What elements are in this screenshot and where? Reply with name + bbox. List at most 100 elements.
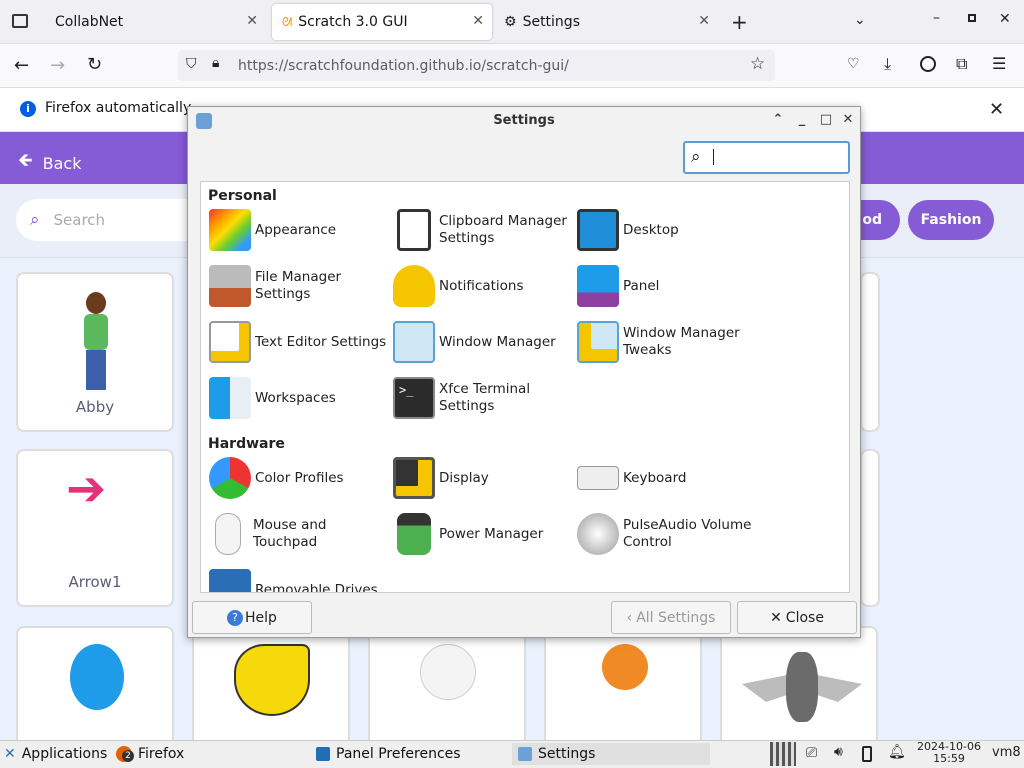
close-button[interactable]: ✕ Close — [737, 601, 857, 634]
back-arrow-icon[interactable]: ← — [14, 55, 29, 76]
sprite-card[interactable] — [16, 626, 174, 746]
back-button[interactable]: 🡸 Back — [18, 148, 81, 178]
close-icon[interactable]: ✕ — [989, 99, 1004, 120]
applications-menu[interactable]: ✕ Applications — [4, 743, 107, 765]
download-icon[interactable]: ⤓ — [884, 54, 891, 74]
chevron-down-icon[interactable]: ⌄ — [854, 12, 866, 28]
tab-collabnet[interactable]: CollabNet ✕ — [40, 4, 266, 40]
setting-label: Window Manager — [439, 333, 556, 350]
forward-arrow-icon[interactable]: → — [50, 55, 65, 76]
new-tab-button[interactable]: + — [731, 10, 748, 34]
taskbar-settings[interactable]: Settings — [512, 743, 710, 765]
setting-label: Color Profiles — [255, 469, 344, 486]
category-pill-fashion[interactable]: Fashion — [908, 200, 994, 240]
setting-file-manager[interactable]: File Manager Settings — [209, 261, 393, 311]
setting-text-editor[interactable]: Text Editor Settings — [209, 317, 393, 367]
setting-mouse-touchpad[interactable]: Mouse and Touchpad — [209, 509, 393, 559]
basketball-icon — [602, 644, 648, 690]
keyboard-icon — [577, 466, 619, 490]
taskbar-panel-preferences[interactable]: Panel Preferences — [316, 743, 461, 765]
close-icon[interactable]: ✕ — [698, 13, 710, 29]
sprite-card[interactable]: ➔ Arrow1 — [16, 449, 174, 607]
clock[interactable]: 2024-10-06 15:59 — [916, 741, 982, 765]
setting-panel[interactable]: Panel — [577, 261, 761, 311]
setting-power-manager[interactable]: Power Manager — [393, 509, 577, 559]
lock-icon: 🔒︎ — [212, 55, 220, 71]
reload-icon[interactable]: ↻ — [87, 54, 102, 75]
notification-bell-icon[interactable]: 🔔︎ — [888, 744, 906, 760]
settings-app-icon — [518, 747, 532, 761]
setting-window-manager[interactable]: Window Manager — [393, 317, 577, 367]
extensions-icon[interactable]: ⧉ — [956, 54, 967, 74]
panel-preferences-icon — [316, 747, 330, 761]
pocket-icon[interactable]: ♡ — [847, 56, 860, 72]
sprite-card[interactable] — [720, 626, 878, 746]
settings-label: Settings — [538, 746, 596, 762]
sprite-card[interactable]: Abby — [16, 272, 174, 432]
battery-icon — [397, 513, 431, 555]
menu-icon[interactable]: ☰ — [992, 54, 1006, 73]
minimize-icon[interactable]: _ — [794, 112, 810, 128]
maximize-icon[interactable]: □ — [818, 112, 834, 128]
gear-icon: ⚙ — [504, 14, 517, 30]
url-bar[interactable]: ⛉ 🔒︎ https://scratchfoundation.github.io… — [178, 50, 775, 81]
setting-label: Keyboard — [623, 469, 687, 486]
setting-workspaces[interactable]: Workspaces — [209, 373, 393, 423]
sprite-card[interactable] — [544, 626, 702, 746]
pill-label: od — [862, 212, 882, 228]
setting-keyboard[interactable]: Keyboard — [577, 453, 761, 503]
close-icon[interactable]: ✕ — [840, 112, 856, 128]
maximize-icon[interactable] — [968, 14, 976, 22]
setting-clipboard-manager[interactable]: Clipboard Manager Settings — [393, 205, 577, 255]
close-window-icon[interactable]: ✕ — [999, 11, 1011, 27]
setting-appearance[interactable]: Appearance — [209, 205, 393, 255]
network-icon[interactable]: ⎚ — [806, 745, 817, 761]
workspace-switcher[interactable] — [770, 742, 796, 766]
balloon-icon — [70, 644, 124, 710]
setting-window-manager-tweaks[interactable]: Window Manager Tweaks — [577, 317, 761, 367]
usb-icon — [209, 569, 251, 592]
tab-settings[interactable]: ⚙ Settings ✕ — [498, 4, 718, 40]
setting-xfce-terminal[interactable]: >_ Xfce Terminal Settings — [393, 373, 577, 423]
settings-app-icon — [196, 113, 212, 129]
dialog-title-bar: Settings — [188, 107, 860, 135]
tab-list-icon[interactable] — [12, 14, 28, 28]
battery-icon[interactable] — [862, 746, 872, 762]
close-icon[interactable]: ✕ — [246, 13, 258, 29]
volume-icon[interactable]: 🔊︎ — [834, 744, 843, 760]
dialog-title: Settings — [493, 113, 555, 128]
setting-label: Window Manager Tweaks — [623, 325, 740, 358]
window-manager-icon — [393, 321, 435, 363]
sprite-card[interactable] — [192, 626, 350, 746]
setting-label: Notifications — [439, 277, 524, 294]
setting-color-profiles[interactable]: Color Profiles — [209, 453, 393, 503]
sprite-card-partial[interactable] — [860, 449, 880, 607]
url-text: https://scratchfoundation.github.io/scra… — [238, 57, 569, 74]
section-heading-personal: Personal — [208, 188, 277, 204]
text-editor-icon — [209, 321, 251, 363]
account-icon[interactable] — [920, 56, 936, 72]
taskbar-firefox[interactable]: 2 Firefox — [116, 743, 184, 765]
setting-pulseaudio[interactable]: PulseAudio Volume Control — [577, 509, 761, 559]
setting-notifications[interactable]: Notifications — [393, 261, 577, 311]
sprite-card[interactable] — [368, 626, 526, 746]
help-button[interactable]: ? Help — [192, 601, 312, 634]
sprite-image-abby — [78, 292, 114, 392]
tab-scratch[interactable]: ᘛ Scratch 3.0 GUI ✕ — [272, 4, 492, 40]
setting-display[interactable]: Display — [393, 453, 577, 503]
hostname-label: vm8 — [992, 745, 1021, 760]
all-settings-button[interactable]: ‹ All Settings — [611, 601, 731, 634]
setting-desktop[interactable]: Desktop — [577, 205, 761, 255]
setting-removable-drives[interactable]: Removable Drives — [209, 565, 393, 592]
tab-label: Settings — [522, 14, 580, 30]
star-icon[interactable]: ☆ — [750, 54, 765, 74]
minimize-icon[interactable]: – — [933, 10, 940, 26]
search-placeholder: Search — [53, 211, 106, 229]
sprite-search-input[interactable]: ⌕ Search — [16, 199, 206, 241]
tab-label: Scratch 3.0 GUI — [298, 14, 408, 30]
settings-search-input[interactable]: ⌕ — [683, 141, 850, 174]
close-icon[interactable]: ✕ — [472, 13, 484, 29]
panel-preferences-label: Panel Preferences — [336, 746, 461, 762]
sprite-card-partial[interactable] — [860, 272, 880, 432]
shade-icon[interactable]: ⌃ — [770, 112, 786, 128]
